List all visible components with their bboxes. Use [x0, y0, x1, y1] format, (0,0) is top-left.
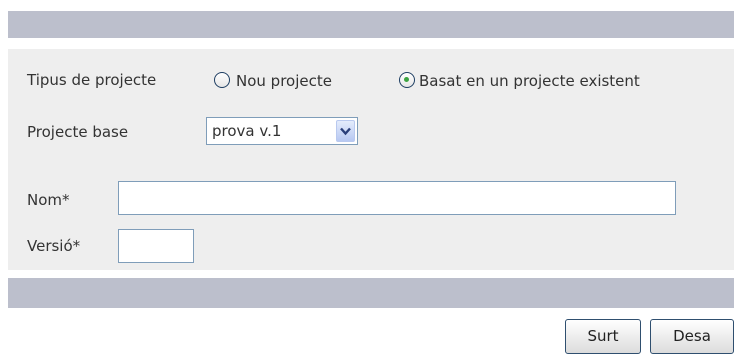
radio-new-project-label: Nou projecte — [236, 72, 332, 90]
radio-unchecked-icon — [214, 72, 230, 88]
save-button[interactable]: Desa — [650, 319, 734, 354]
project-type-label: Tipus de projecte — [27, 71, 157, 89]
base-project-selected-value: prova v.1 — [212, 122, 282, 140]
exit-button[interactable]: Surt — [565, 319, 641, 354]
version-input[interactable] — [118, 229, 194, 263]
top-bar — [8, 11, 734, 38]
base-project-label: Projecte base — [27, 123, 129, 141]
radio-new-project[interactable]: Nou projecte — [214, 70, 384, 92]
base-project-select[interactable]: prova v.1 — [206, 117, 358, 145]
radio-selected-dot — [404, 77, 409, 82]
name-input[interactable] — [118, 181, 676, 215]
radio-checked-icon — [399, 72, 415, 88]
chevron-down-icon[interactable] — [336, 120, 355, 142]
radio-existing-project-label: Basat en un projecte existent — [419, 72, 640, 90]
name-label: Nom* — [27, 191, 70, 209]
radio-existing-project[interactable]: Basat en un projecte existent — [399, 70, 724, 92]
bottom-bar — [8, 278, 734, 308]
version-label: Versió* — [27, 237, 81, 255]
